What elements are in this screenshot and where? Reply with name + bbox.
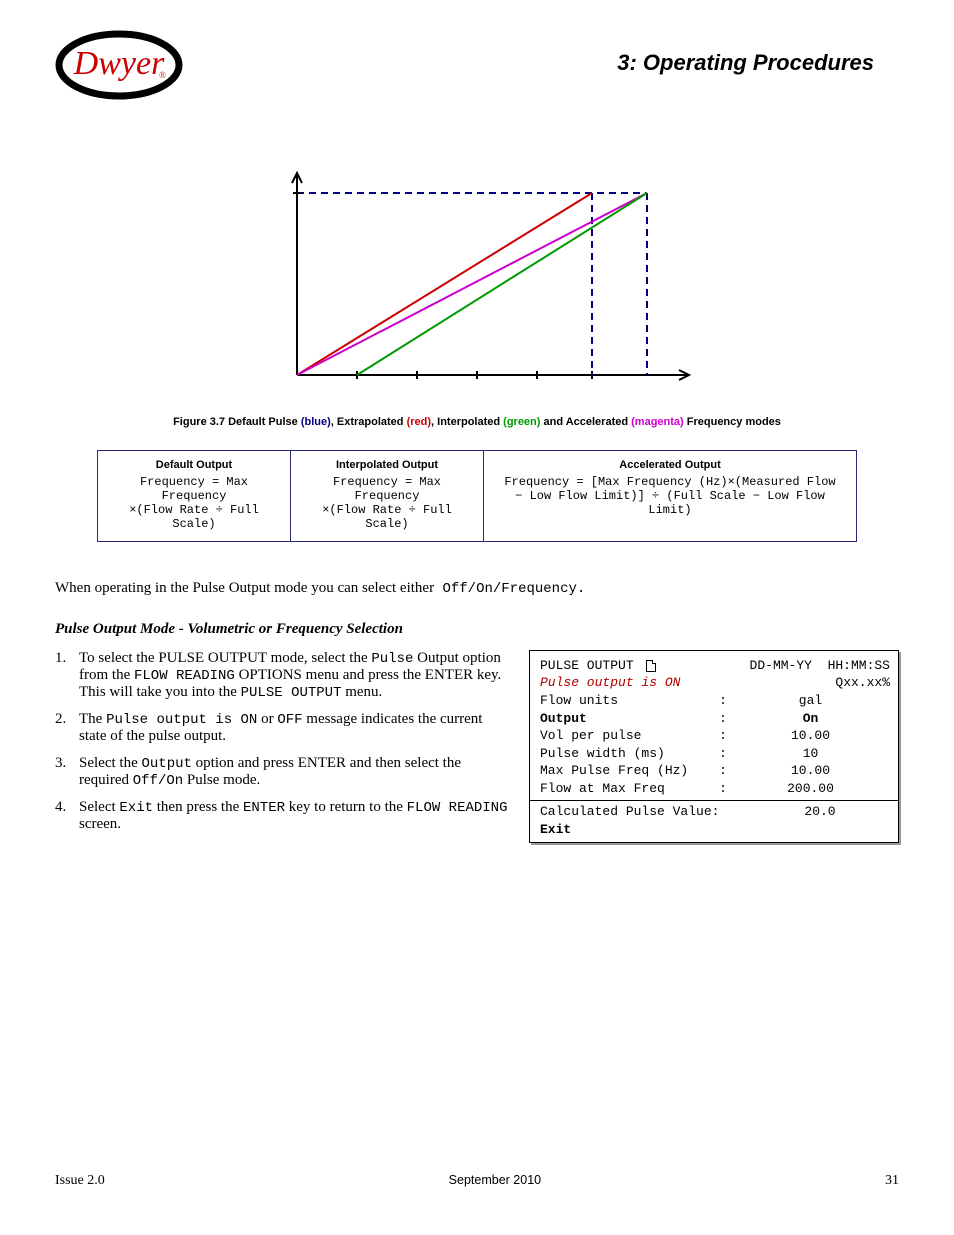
s3-pre: Select the	[79, 755, 141, 771]
pulse-output-panel: PULSE OUTPUT DD-MM-YY HH:MM:SS Pulse out…	[529, 650, 899, 843]
s3-end: Pulse mode.	[183, 772, 260, 788]
k-flowunits: Flow units	[540, 692, 715, 710]
k-cpv: Calculated Pulse Value:	[540, 803, 750, 821]
s1-po: PULSE OUTPUT	[241, 685, 342, 701]
k-famf: Flow at Max Freq	[540, 780, 715, 798]
caption-suffix: Frequency modes	[684, 416, 781, 428]
panel-title: PULSE OUTPUT	[540, 657, 634, 675]
formula-cell-interp: Interpolated Output Frequency = Max Freq…	[291, 451, 484, 542]
sd-card-icon	[646, 660, 656, 672]
v-vpp: 10.00	[731, 727, 890, 745]
formula-cell-default: Default Output Frequency = Max Frequency…	[98, 451, 291, 542]
step-1: 1. To select the PULSE OUTPUT mode, sele…	[55, 650, 509, 701]
step-4: 4. Select Exit then press the ENTER key …	[55, 799, 509, 833]
v-flowunits: gal	[731, 692, 890, 710]
caption-interp: , Interpolated	[431, 416, 500, 428]
chart-caption: Figure 3.7 Default Pulse (blue), Extrapo…	[55, 416, 899, 428]
panel-date: DD-MM-YY	[750, 658, 812, 673]
s1-pulse: Pulse	[371, 651, 413, 667]
v-famf: 200.00	[731, 780, 890, 798]
svg-text:Dwyer: Dwyer	[73, 45, 165, 82]
s4-enter: ENTER	[243, 800, 285, 816]
formula-head-2: Interpolated Output	[297, 459, 477, 471]
footer-page: 31	[885, 1173, 899, 1189]
panel-status: Pulse output is ON	[540, 674, 680, 692]
s4-exit: Exit	[119, 800, 153, 816]
k-mpf: Max Pulse Freq (Hz)	[540, 762, 715, 780]
caption-blue: (blue)	[298, 416, 331, 428]
steps-heading: Pulse Output Mode - Volumetric or Freque…	[55, 621, 899, 638]
panel-exit: Exit	[540, 821, 890, 839]
narrative-line: When operating in the Pulse Output mode …	[55, 578, 899, 599]
caption-prefix: Figure 3.7 Default Pulse	[173, 416, 298, 428]
s4-mid: then press the	[153, 799, 243, 815]
caption-extrap: , Extrapolated	[331, 416, 404, 428]
s1-flow: FLOW READING	[134, 668, 235, 684]
v-cpv: 20.0	[750, 803, 890, 821]
s3-onoff: Off/On	[133, 773, 183, 789]
section-title: 3: Operating Procedures	[617, 50, 874, 76]
s2-pre: The	[79, 711, 106, 727]
formula-eq-2: Frequency = Max Frequency×(Flow Rate ÷ F…	[322, 475, 452, 531]
step-3: 3. Select the Output option and press EN…	[55, 755, 509, 789]
panel-q: Qxx.xx%	[835, 674, 890, 692]
s4-mid2: key to return to the	[285, 799, 407, 815]
v-mpf: 10.00	[731, 762, 890, 780]
s2-off: OFF	[277, 712, 302, 728]
s2-sep: or	[257, 711, 277, 727]
s1-end: menu.	[341, 684, 382, 700]
formula-head-3: Accelerated Output	[490, 459, 850, 471]
s1-pre: To select the PULSE OUTPUT mode, select …	[79, 650, 371, 666]
caption-red: (red)	[404, 416, 432, 428]
caption-accel: and Accelerated	[540, 416, 628, 428]
formula-head-1: Default Output	[104, 459, 284, 471]
k-pw: Pulse width (ms)	[540, 745, 715, 763]
formula-table: Default Output Frequency = Max Frequency…	[97, 450, 857, 542]
frequency-mode-chart	[257, 155, 697, 410]
footer-date: September 2010	[449, 1173, 541, 1189]
s4-pre: Select	[79, 799, 119, 815]
k-output: Output	[540, 710, 715, 728]
s2-pois: Pulse output is ON	[106, 712, 257, 728]
s4-end: screen.	[79, 816, 121, 832]
s4-fr: FLOW READING	[407, 800, 508, 816]
panel-time: HH:MM:SS	[828, 658, 890, 673]
narrative-text: When operating in the Pulse Output mode …	[55, 580, 434, 596]
s3-output: Output	[141, 756, 191, 772]
narrative-mono: Off/On/Frequency.	[434, 581, 585, 597]
formula-eq-3: Frequency = [Max Frequency (Hz)×(Measure…	[504, 475, 835, 517]
page-footer: Issue 2.0 September 2010 31	[55, 1173, 899, 1189]
step-2: 2. The Pulse output is ON or OFF message…	[55, 711, 509, 745]
caption-green: (green)	[500, 416, 540, 428]
v-pw: 10	[731, 745, 890, 763]
formula-cell-accel: Accelerated Output Frequency = [Max Freq…	[484, 451, 857, 542]
formula-eq-1: Frequency = Max Frequency×(Flow Rate ÷ F…	[129, 475, 259, 531]
footer-issue: Issue 2.0	[55, 1173, 105, 1189]
k-vpp: Vol per pulse	[540, 727, 715, 745]
caption-magenta: (magenta)	[628, 416, 684, 428]
v-output: On	[731, 710, 890, 728]
brand-logo: Dwyer ®	[55, 30, 183, 105]
svg-text:®: ®	[159, 70, 166, 80]
